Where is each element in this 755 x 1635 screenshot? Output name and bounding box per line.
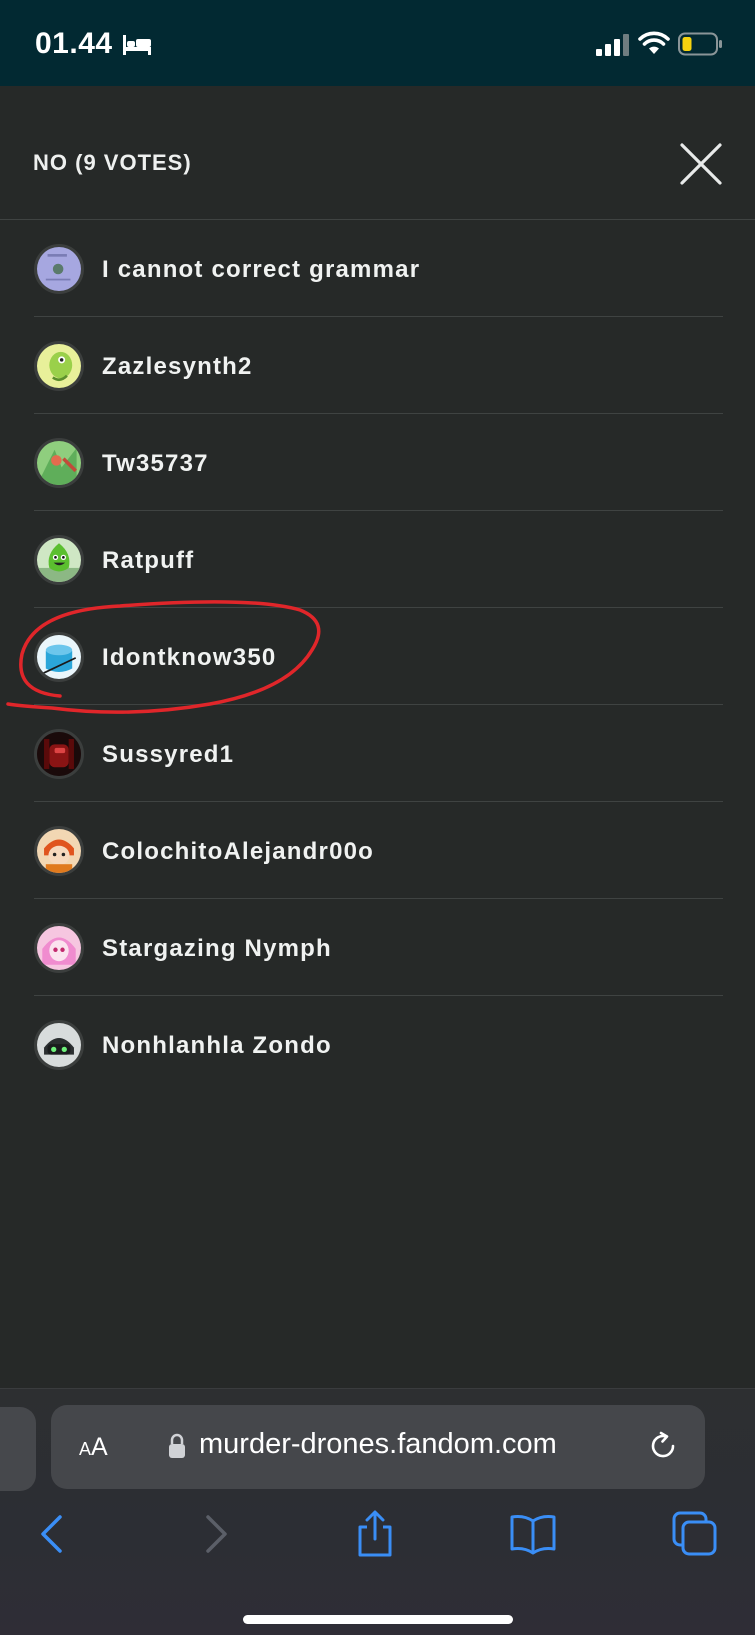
modal-title: NO (9 VOTES) <box>33 150 192 175</box>
voter-name[interactable]: Stargazing Nymph <box>102 935 332 963</box>
voter-name[interactable]: Tw35737 <box>102 450 209 478</box>
share-icon[interactable] <box>350 1509 400 1559</box>
tabs-icon[interactable] <box>670 1509 720 1559</box>
avatar[interactable] <box>34 535 84 585</box>
voter-row[interactable]: Tw35737 <box>34 414 723 511</box>
avatar[interactable] <box>34 729 84 779</box>
cellular-signal-icon <box>596 34 629 56</box>
voter-row[interactable]: Ratpuff <box>34 511 723 608</box>
browser-bar: AA murder-drones.fandom.com <box>0 1388 755 1635</box>
voter-name[interactable]: Zazlesynth2 <box>102 353 253 381</box>
avatar[interactable] <box>34 341 84 391</box>
lock-icon <box>169 1433 185 1458</box>
reload-icon[interactable] <box>647 1430 679 1462</box>
back-icon[interactable] <box>28 1509 78 1559</box>
bookmarks-icon[interactable] <box>508 1509 558 1559</box>
address-bar[interactable]: AA murder-drones.fandom.com <box>51 1405 705 1489</box>
browser-toolbar <box>0 1509 755 1579</box>
voter-name[interactable]: Sussyred1 <box>102 741 234 769</box>
status-time: 01.44 <box>35 27 113 60</box>
voter-row[interactable]: Idontknow350 <box>34 608 723 705</box>
voter-name[interactable]: I cannot correct grammar <box>102 256 420 284</box>
voter-row[interactable]: I cannot correct grammar <box>34 220 723 317</box>
voter-name[interactable]: Ratpuff <box>102 547 194 575</box>
voter-name[interactable]: Idontknow350 <box>102 644 276 672</box>
url-text[interactable]: murder-drones.fandom.com <box>199 1428 557 1461</box>
avatar[interactable] <box>34 1020 84 1070</box>
text-size-button[interactable]: AA <box>79 1433 108 1462</box>
close-icon[interactable] <box>678 141 724 187</box>
voter-row[interactable]: Stargazing Nymph <box>34 899 723 996</box>
previous-tab-stub[interactable] <box>0 1407 36 1491</box>
wifi-icon <box>638 31 670 54</box>
voter-row[interactable]: Sussyred1 <box>34 705 723 802</box>
avatar[interactable] <box>34 826 84 876</box>
voter-name[interactable]: Nonhlanhla Zondo <box>102 1032 332 1060</box>
avatar[interactable] <box>34 632 84 682</box>
home-indicator <box>243 1615 513 1624</box>
avatar[interactable] <box>34 244 84 294</box>
voter-list: I cannot correct grammar Zazlesynth2 Tw3… <box>0 220 755 1093</box>
forward-icon[interactable] <box>190 1509 240 1559</box>
avatar[interactable] <box>34 438 84 488</box>
battery-low-icon <box>678 32 722 56</box>
voter-row[interactable]: Zazlesynth2 <box>34 317 723 414</box>
status-bar: 01.44 <box>0 0 755 86</box>
voter-row[interactable]: Nonhlanhla Zondo <box>34 996 723 1093</box>
voter-name[interactable]: ColochitoAlejandr00o <box>102 838 374 866</box>
votes-modal-header: NO (9 VOTES) <box>0 86 755 220</box>
voter-row[interactable]: ColochitoAlejandr00o <box>34 802 723 899</box>
avatar[interactable] <box>34 923 84 973</box>
bed-icon <box>123 35 151 55</box>
